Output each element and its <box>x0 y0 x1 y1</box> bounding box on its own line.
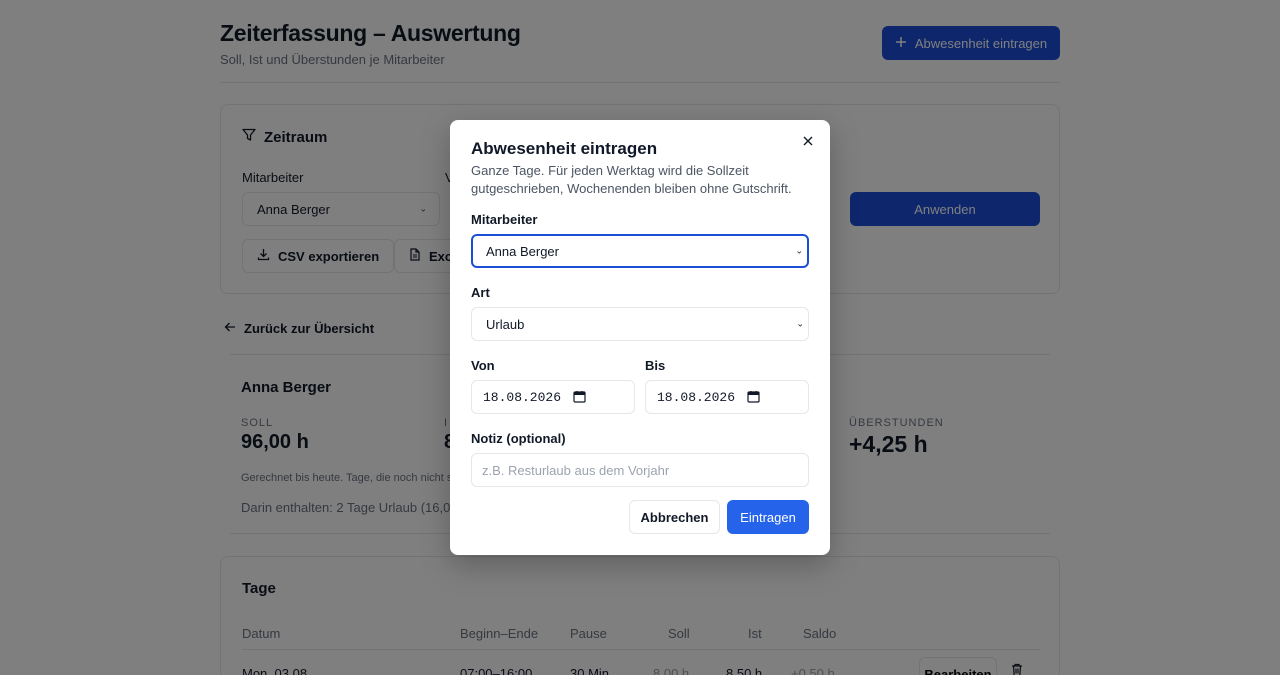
dialog-note-label: Notiz (optional) <box>471 431 566 446</box>
dialog-from-date-input[interactable]: 18.08.2026 <box>471 380 635 414</box>
dialog-employee-select[interactable]: Anna Berger ⌄ <box>471 234 809 268</box>
close-icon[interactable] <box>799 132 817 150</box>
dialog-employee-label: Mitarbeiter <box>471 212 538 227</box>
chevron-down-icon: ⌄ <box>796 318 804 329</box>
dialog-note-input[interactable]: z.B. Resturlaub aus dem Vorjahr <box>471 453 809 487</box>
dialog-to-date-input[interactable]: 18.08.2026 <box>645 380 809 414</box>
dialog-type-select[interactable]: Urlaub ⌄ <box>471 307 809 341</box>
dialog-note-placeholder: z.B. Resturlaub aus dem Vorjahr <box>482 462 670 478</box>
dialog-to-value: 18.08.2026 <box>657 389 736 405</box>
dialog-from-value: 18.08.2026 <box>483 389 562 405</box>
dialog-title: Abwesenheit eintragen <box>471 139 658 158</box>
dialog-description: Ganze Tage. Für jeden Werktag wird die S… <box>471 163 792 196</box>
calendar-icon[interactable] <box>573 390 586 407</box>
dialog-type-label: Art <box>471 285 490 300</box>
dialog-type-value: Urlaub <box>486 316 525 332</box>
chevron-down-icon: ⌄ <box>795 245 803 256</box>
cancel-button[interactable]: Abbrechen <box>629 500 720 534</box>
dialog-to-label: Bis <box>645 358 666 373</box>
submit-button[interactable]: Eintragen <box>727 500 809 534</box>
calendar-icon[interactable] <box>747 390 760 407</box>
absence-dialog: Abwesenheit eintragen Ganze Tage. Für je… <box>450 120 830 555</box>
dialog-from-label: Von <box>471 358 495 373</box>
dialog-employee-value: Anna Berger <box>486 243 559 259</box>
